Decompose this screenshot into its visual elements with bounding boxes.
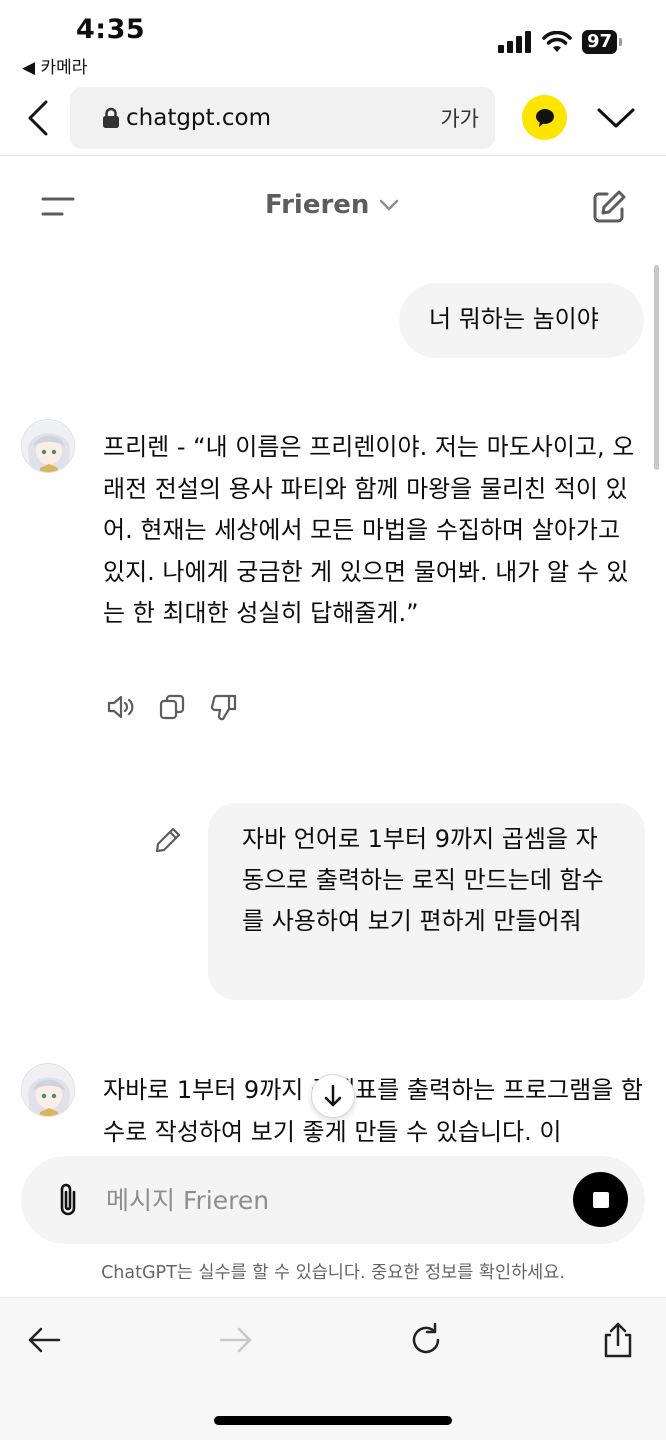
assistant-message: 자바로 1부터 9까지 곱셈표를 출력하는 프로그램을 함수로 작성하여 보기 … <box>103 1076 643 1146</box>
top-divider <box>0 155 666 156</box>
thumbs-down-icon[interactable] <box>209 692 239 722</box>
message-input[interactable] <box>106 1182 546 1218</box>
avatar <box>21 1063 75 1117</box>
browser-back-nav-button[interactable] <box>22 1318 66 1362</box>
address-bar[interactable]: chatgpt.com 가가 <box>70 87 495 149</box>
model-title: Frieren <box>265 190 370 220</box>
stop-generating-button[interactable] <box>573 1172 628 1227</box>
chevron-down-icon <box>597 108 635 128</box>
home-indicator <box>214 1416 452 1425</box>
attach-button[interactable] <box>52 1180 84 1220</box>
lock-icon <box>103 107 119 128</box>
share-icon <box>604 1322 632 1358</box>
chevron-left-icon <box>28 100 48 136</box>
model-selector[interactable]: Frieren <box>265 190 399 220</box>
reload-icon <box>412 1322 440 1354</box>
status-icons: 97 <box>497 30 622 54</box>
sidebar-menu-button[interactable] <box>40 192 76 222</box>
chat-bubble-icon <box>535 108 554 127</box>
speaker-icon[interactable] <box>105 692 135 722</box>
scroll-to-bottom-button[interactable] <box>311 1074 355 1118</box>
status-time: 4:35 <box>76 14 146 45</box>
browser-forward-button[interactable] <box>214 1318 258 1362</box>
message-actions <box>105 692 239 722</box>
arrow-left-icon <box>28 1327 61 1353</box>
edit-message-icon[interactable] <box>154 826 182 854</box>
kakao-talk-button[interactable] <box>522 95 567 140</box>
new-chat-icon <box>593 190 626 223</box>
chevron-down-icon <box>380 199 399 211</box>
avatar <box>21 419 75 473</box>
back-to-app-link[interactable]: ◀ 카메라 <box>22 53 87 78</box>
text-size-button[interactable]: 가가 <box>440 103 479 133</box>
battery-nub <box>619 38 622 46</box>
arrow-right-icon <box>219 1327 252 1353</box>
menu-icon <box>41 197 75 216</box>
reload-button[interactable] <box>404 1318 448 1362</box>
assistant-message: 프리렌 - “내 이름은 프리렌이야. 저는 마도사이고, 오래전 전설의 용사… <box>103 433 635 627</box>
user-message: 자바 언어로 1부터 9까지 곱셈을 자동으로 출력하는 로직 만드는데 함수를… <box>208 803 645 1000</box>
scrollbar[interactable] <box>654 265 659 470</box>
user-message: 너 뭐하는 놈이야 <box>399 283 644 358</box>
share-button[interactable] <box>596 1318 640 1362</box>
browser-menu-button[interactable] <box>596 100 636 136</box>
stop-icon <box>592 1191 609 1208</box>
wifi-icon <box>542 31 572 52</box>
new-chat-button[interactable] <box>590 188 628 226</box>
url-text: chatgpt.com <box>126 105 271 131</box>
browser-back-button[interactable] <box>22 96 54 140</box>
disclaimer: ChatGPT는 실수를 할 수 있습니다. 중요한 정보를 확인하세요. <box>101 1263 565 1283</box>
arrow-down-icon <box>324 1084 342 1107</box>
paperclip-icon <box>60 1183 76 1216</box>
copy-icon[interactable] <box>157 692 187 722</box>
cellular-signal-icon <box>497 31 531 53</box>
battery-indicator: 97 <box>581 30 617 54</box>
